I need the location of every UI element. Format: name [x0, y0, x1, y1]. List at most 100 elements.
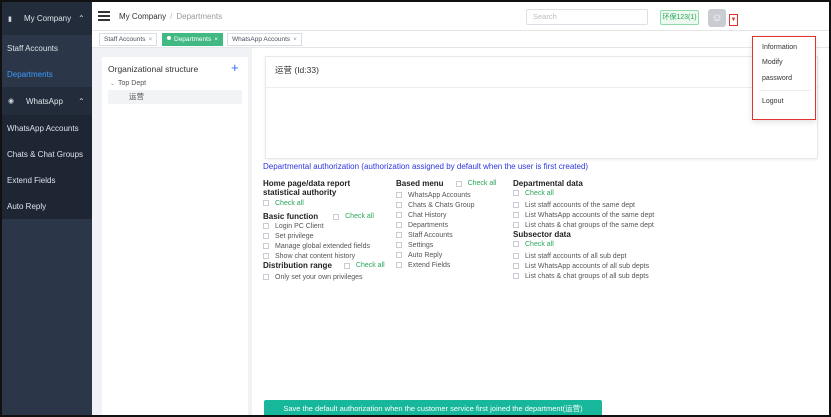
checkbox[interactable] — [513, 202, 519, 208]
save-default-auth-button[interactable]: Save the default authorization when the … — [264, 400, 602, 415]
menu-item-modify[interactable]: Modify — [762, 59, 783, 66]
perm-show-chat-history[interactable]: Show chat content history — [263, 251, 403, 261]
sidebar-item-auto-reply[interactable]: Auto Reply — [2, 193, 92, 219]
checkbox[interactable] — [455, 180, 462, 187]
sidebar-item-staff-accounts[interactable]: Staff Accounts — [2, 35, 92, 61]
perm-login-pc-client[interactable]: Login PC Client — [263, 221, 403, 231]
tab-staff-accounts[interactable]: Staff Accounts × — [99, 33, 158, 46]
add-dept-button[interactable]: + — [231, 60, 239, 75]
menu-staff-accounts[interactable]: Staff Accounts — [396, 230, 511, 240]
menu-chat-history[interactable]: Chat History — [396, 210, 511, 220]
subsector-check-all[interactable]: Check all — [513, 239, 683, 249]
sidebar-item-departments[interactable]: Departments — [2, 61, 92, 87]
homepage-auth-title-line2: statistical authority — [263, 188, 337, 197]
close-icon[interactable]: × — [214, 36, 218, 43]
perm-label: Manage global extended fields — [275, 242, 370, 250]
subsector-data-title: Subsector data — [513, 230, 571, 239]
tab-whatsapp-accounts[interactable]: WhatsApp Accounts × — [227, 33, 302, 46]
perm-label: Show chat content history — [275, 252, 356, 260]
homepage-check-all[interactable]: Check all — [263, 198, 403, 208]
distribution-range-header: Distribution range Check all — [263, 261, 403, 270]
auth-column-3: Departmental data Check all List staff a… — [513, 179, 683, 281]
checkbox[interactable] — [263, 200, 269, 206]
sidebar-item-chats[interactable]: Chats & Chat Groups — [2, 141, 92, 167]
check-all-label: Check all — [525, 240, 554, 248]
checkbox[interactable] — [263, 243, 269, 249]
check-all-label: Check all — [525, 189, 554, 197]
checkbox[interactable] — [396, 232, 402, 238]
close-icon[interactable]: × — [148, 36, 152, 43]
checkbox[interactable] — [396, 202, 402, 208]
tab-departments[interactable]: Departments × — [162, 33, 224, 46]
checkbox[interactable] — [263, 253, 269, 259]
check-all-label[interactable]: Check all — [345, 213, 374, 220]
avatar[interactable]: ☺ — [708, 9, 726, 27]
checkbox[interactable] — [396, 212, 402, 218]
sidebar-item-extend-fields[interactable]: Extend Fields — [2, 167, 92, 193]
sidebar-group-whatsapp[interactable]: ◉ WhatsApp ⌃ — [2, 87, 92, 115]
menu-chats-groups[interactable]: Chats & Chats Group — [396, 200, 511, 210]
tree-node-root[interactable]: ⌄ Top Dept — [110, 80, 146, 87]
checkbox[interactable] — [513, 190, 519, 196]
dept-data-whatsapp[interactable]: List WhatsApp accounts of the same dept — [513, 210, 683, 220]
perm-label: Only set your own privileges — [275, 273, 363, 281]
menu-auto-reply[interactable]: Auto Reply — [396, 250, 511, 260]
perm-own-privileges[interactable]: Only set your own privileges — [263, 272, 403, 282]
checkbox[interactable] — [396, 262, 402, 268]
checkbox[interactable] — [513, 212, 519, 218]
user-badge[interactable]: 环保123(1) — [660, 10, 699, 25]
perm-manage-global-fields[interactable]: Manage global extended fields — [263, 241, 403, 251]
close-icon[interactable]: × — [293, 36, 297, 43]
menu-settings[interactable]: Settings — [396, 240, 511, 250]
tabs-bar: Staff Accounts × Departments × WhatsApp Ac… — [92, 31, 829, 48]
subsector-whatsapp[interactable]: List WhatsApp accounts of all sub depts — [513, 261, 683, 271]
menu-item-password[interactable]: password — [762, 75, 792, 82]
checkbox[interactable] — [513, 273, 519, 279]
checkbox[interactable] — [513, 263, 519, 269]
tab-label: Staff Accounts — [104, 36, 146, 43]
dept-data-check-all[interactable]: Check all — [513, 188, 683, 198]
distribution-range-title: Distribution range — [263, 261, 332, 270]
caret-down-icon[interactable]: ▼ — [729, 14, 738, 26]
check-all-label[interactable]: Check all — [356, 262, 385, 269]
checkbox[interactable] — [333, 213, 340, 220]
breadcrumb-current: Departments — [176, 11, 223, 21]
perm-label: WhatsApp Accounts — [408, 191, 471, 199]
dept-data-chats[interactable]: List chats & chat groups of the same dep… — [513, 220, 683, 230]
menu-extend-fields[interactable]: Extend Fields — [396, 260, 511, 270]
app-frame: ▮ My Company ⌃ Staff Accounts Department… — [0, 0, 831, 417]
sidebar-item-label: WhatsApp Accounts — [7, 123, 79, 133]
subsector-staff[interactable]: List staff accounts of all sub dept — [513, 251, 683, 261]
checkbox[interactable] — [263, 223, 269, 229]
hamburger-menu-icon[interactable] — [98, 11, 110, 21]
search-input[interactable]: Search — [526, 9, 648, 25]
menu-departments[interactable]: Departments — [396, 220, 511, 230]
checkbox[interactable] — [513, 253, 519, 259]
menu-item-logout[interactable]: Logout — [762, 98, 783, 105]
expand-arrow-icon[interactable]: ⌄ — [110, 81, 115, 87]
perm-set-privilege[interactable]: Set privilege — [263, 231, 403, 241]
checkbox[interactable] — [513, 222, 519, 228]
auth-column-2: Based menu Check all WhatsApp Accounts C… — [396, 179, 511, 270]
company-icon: ▮ — [8, 15, 12, 23]
perm-label: Chats & Chats Group — [408, 201, 475, 209]
checkbox[interactable] — [263, 233, 269, 239]
based-menu-header: Based menu Check all — [396, 179, 511, 188]
check-all-label[interactable]: Check all — [468, 180, 497, 187]
menu-item-information[interactable]: Information — [762, 44, 797, 51]
checkbox[interactable] — [396, 242, 402, 248]
checkbox[interactable] — [396, 222, 402, 228]
checkbox[interactable] — [396, 192, 402, 198]
tree-node-selected[interactable]: 运营 — [108, 90, 242, 104]
sidebar-item-whatsapp-accounts[interactable]: WhatsApp Accounts — [2, 115, 92, 141]
breadcrumb-root[interactable]: My Company — [119, 12, 166, 21]
checkbox[interactable] — [263, 274, 269, 280]
subsector-chats[interactable]: List chats & chat groups of all sub dept… — [513, 271, 683, 281]
dept-data-staff[interactable]: List staff accounts of the same dept — [513, 200, 683, 210]
checkbox[interactable] — [343, 262, 350, 269]
menu-whatsapp-accounts[interactable]: WhatsApp Accounts — [396, 190, 511, 200]
sidebar-company-header[interactable]: ▮ My Company ⌃ — [2, 2, 92, 35]
perm-label: Staff Accounts — [408, 231, 453, 239]
checkbox[interactable] — [513, 241, 519, 247]
checkbox[interactable] — [396, 252, 402, 258]
